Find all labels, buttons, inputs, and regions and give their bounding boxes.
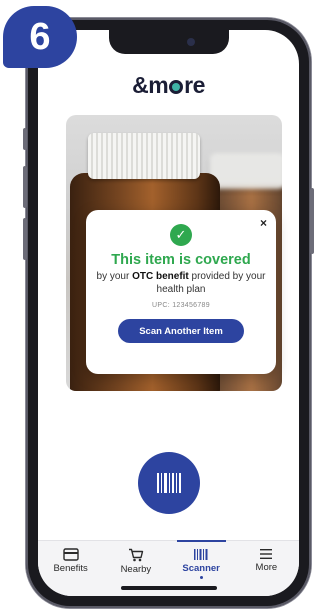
background-bottle-cap-image xyxy=(210,153,282,189)
home-indicator[interactable] xyxy=(120,586,217,590)
upc-code: UPC: 123456789 xyxy=(152,302,210,309)
desc-text-1: by your xyxy=(96,271,133,282)
checkmark-icon: ✓ xyxy=(170,224,192,246)
card-icon xyxy=(62,548,79,561)
app-logo: &m re xyxy=(38,72,299,99)
coverage-description: by your OTC benefit provided by your hea… xyxy=(86,271,276,296)
menu-icon xyxy=(260,549,273,559)
volume-down-button xyxy=(23,218,27,260)
coverage-result-modal: × ✓ This item is covered by your OTC ben… xyxy=(86,210,276,374)
logo-text-prefix: &m xyxy=(132,72,169,98)
close-icon[interactable]: × xyxy=(260,216,267,230)
nav-item-more[interactable]: More xyxy=(234,541,299,596)
step-number: 6 xyxy=(29,15,51,58)
scan-another-item-button[interactable]: Scan Another Item xyxy=(118,319,244,343)
nav-item-benefits[interactable]: Benefits xyxy=(38,541,103,596)
volume-up-button xyxy=(23,166,27,208)
cart-icon xyxy=(128,548,144,562)
logo-text-suffix: re xyxy=(184,72,205,98)
desc-benefit-bold: OTC benefit xyxy=(132,271,189,282)
step-badge: 6 xyxy=(3,6,77,68)
front-camera-icon xyxy=(186,38,195,46)
scan-button[interactable] xyxy=(137,452,200,514)
phone-screen: &m re × ✓ This item is covered by your OT… xyxy=(38,30,299,596)
notch xyxy=(108,30,229,54)
nav-label-scanner: Scanner xyxy=(182,563,220,574)
coverage-title: This item is covered xyxy=(111,252,251,268)
barcode-icon xyxy=(194,549,208,560)
logo-dot-icon xyxy=(169,80,184,94)
nav-label-nearby: Nearby xyxy=(120,564,152,575)
power-button xyxy=(310,188,314,254)
phone-frame: &m re × ✓ This item is covered by your OT… xyxy=(23,18,314,608)
barcode-icon xyxy=(156,473,181,493)
nav-label-benefits: Benefits xyxy=(53,563,88,574)
mute-switch xyxy=(23,128,27,150)
pill-bottle-cap-image xyxy=(88,133,200,179)
active-indicator-dot xyxy=(199,576,203,579)
nav-label-more: More xyxy=(255,562,278,573)
